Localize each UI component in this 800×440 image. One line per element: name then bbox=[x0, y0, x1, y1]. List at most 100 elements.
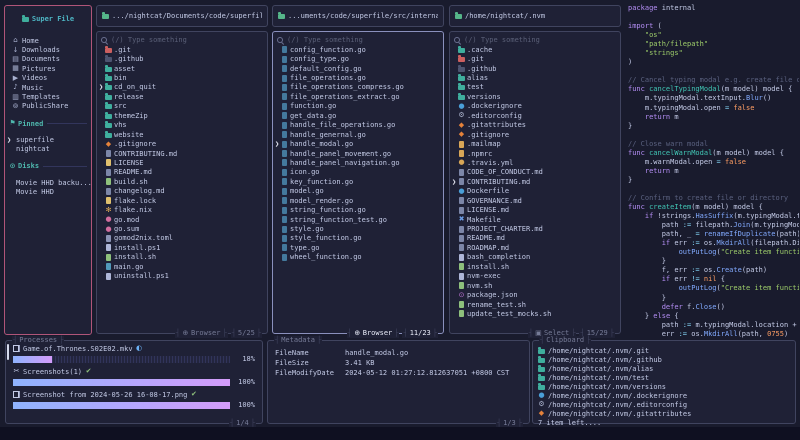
file-row[interactable]: LICENSE bbox=[97, 158, 267, 167]
search-input[interactable]: (/) Type something bbox=[450, 35, 620, 45]
file-row[interactable]: model.go bbox=[273, 187, 443, 196]
pinned-item-superfile[interactable]: ❯superfile bbox=[5, 135, 91, 144]
file-row[interactable]: update_test_mocks.sh bbox=[450, 309, 620, 318]
sidebar-item-documents[interactable]: ▤Documents bbox=[5, 55, 91, 64]
sidebar-item-videos[interactable]: ▶Videos bbox=[5, 74, 91, 83]
file-row[interactable]: ❯handle_modal.go bbox=[273, 139, 443, 148]
file-row[interactable]: file_operations.go bbox=[273, 73, 443, 82]
file-row[interactable]: LICENSE.md bbox=[450, 205, 620, 214]
file-row[interactable]: changelog.md bbox=[97, 187, 267, 196]
file-row[interactable]: README.md bbox=[450, 234, 620, 243]
file-name: changelog.md bbox=[114, 187, 165, 195]
file-row[interactable]: rename_test.sh bbox=[450, 300, 620, 309]
sidebar-item-templates[interactable]: ▥Templates bbox=[5, 92, 91, 101]
file-row[interactable]: ●.dockerignore bbox=[450, 102, 620, 111]
file-row[interactable]: CONTRIBUTING.md bbox=[97, 149, 267, 158]
file-row[interactable]: icon.go bbox=[273, 168, 443, 177]
sidebar-item-home[interactable]: ⌂Home bbox=[5, 36, 91, 45]
file-row[interactable]: string_function.go bbox=[273, 205, 443, 214]
folder-file-icon bbox=[105, 114, 112, 119]
disk-item-movie-hhd-backu-[interactable]: Movie HHD backu... bbox=[5, 178, 91, 187]
file-row[interactable]: uninstall.ps1 bbox=[97, 272, 267, 281]
sidebar-item-publicshare[interactable]: ⊚PublicShare bbox=[5, 102, 91, 111]
file-row[interactable]: model_render.go bbox=[273, 196, 443, 205]
file-row[interactable]: asset bbox=[97, 64, 267, 73]
file-row[interactable]: handle_panel_navigation.go bbox=[273, 158, 443, 167]
sidebar-item-downloads[interactable]: ↓Downloads bbox=[5, 45, 91, 54]
file-row[interactable]: nvm.sh bbox=[450, 281, 620, 290]
file-row[interactable]: ◆.gitignore bbox=[97, 139, 267, 148]
file-row[interactable]: type.go bbox=[273, 243, 443, 252]
file-row[interactable]: build.sh bbox=[97, 177, 267, 186]
pinned-item-nightcat[interactable]: nightcat bbox=[5, 145, 91, 154]
file-row[interactable]: config_function.go bbox=[273, 45, 443, 54]
file-row[interactable]: ●go.sum bbox=[97, 224, 267, 233]
file-row[interactable]: default_config.go bbox=[273, 64, 443, 73]
file-row[interactable]: wheel_function.go bbox=[273, 253, 443, 262]
file-row[interactable]: file_operations_compress.go bbox=[273, 83, 443, 92]
file-row[interactable]: style.go bbox=[273, 224, 443, 233]
file-row[interactable]: string_function_test.go bbox=[273, 215, 443, 224]
file-row[interactable]: get_data.go bbox=[273, 111, 443, 120]
file-row[interactable]: release bbox=[97, 92, 267, 101]
file-row[interactable]: install.sh bbox=[450, 262, 620, 271]
file-row[interactable]: config_type.go bbox=[273, 54, 443, 63]
file-row[interactable]: .git bbox=[450, 54, 620, 63]
file-row[interactable]: CODE_OF_CONDUCT.md bbox=[450, 168, 620, 177]
file-row[interactable]: .mailmap bbox=[450, 139, 620, 148]
sidebar-item-pictures[interactable]: ▦Pictures bbox=[5, 64, 91, 73]
file-row[interactable]: ✖Makefile bbox=[450, 215, 620, 224]
file-row[interactable]: ✻flake.nix bbox=[97, 205, 267, 214]
file-row[interactable]: handle_panel_movement.go bbox=[273, 149, 443, 158]
file-row[interactable]: .git bbox=[97, 45, 267, 54]
file-row[interactable]: ❯cd_on_quit bbox=[97, 83, 267, 92]
file-row[interactable]: main.go bbox=[97, 262, 267, 271]
sidebar-item-label: Documents bbox=[22, 55, 60, 63]
file-row[interactable]: .github bbox=[450, 64, 620, 73]
file-row[interactable]: .github bbox=[97, 54, 267, 63]
file-row[interactable]: GOVERNANCE.md bbox=[450, 196, 620, 205]
file-row[interactable]: versions bbox=[450, 92, 620, 101]
file-row[interactable]: install.ps1 bbox=[97, 243, 267, 252]
file-row[interactable]: ●go.mod bbox=[97, 215, 267, 224]
file-row[interactable]: flake.lock bbox=[97, 196, 267, 205]
file-row[interactable]: vhs bbox=[97, 121, 267, 130]
file-name: flake.lock bbox=[114, 197, 156, 205]
file-row[interactable]: themeZip bbox=[97, 111, 267, 120]
file-row[interactable]: handle_genernal.go bbox=[273, 130, 443, 139]
file-row[interactable]: style_function.go bbox=[273, 234, 443, 243]
file-row[interactable]: key_function.go bbox=[273, 177, 443, 186]
sidebar-item-music[interactable]: ♪Music bbox=[5, 83, 91, 92]
file-row[interactable]: alias bbox=[450, 73, 620, 82]
file-row[interactable]: nvm-exec bbox=[450, 272, 620, 281]
search-input[interactable]: (/) Type something bbox=[97, 35, 267, 45]
file-row[interactable]: handle_file_operations.go bbox=[273, 121, 443, 130]
file-row[interactable]: ◆.gitattributes bbox=[450, 121, 620, 130]
file-row[interactable]: file_operations_extract.go bbox=[273, 92, 443, 101]
file-row[interactable]: PROJECT_CHARTER.md bbox=[450, 224, 620, 233]
file-row[interactable]: .cache bbox=[450, 45, 620, 54]
processes-scrollbar[interactable] bbox=[7, 344, 9, 360]
file-row[interactable]: install.sh bbox=[97, 253, 267, 262]
file-row[interactable]: gomod2nix.toml bbox=[97, 234, 267, 243]
file-row[interactable]: .npmrc bbox=[450, 149, 620, 158]
code-line: func cancelTypingModal(m model) model { bbox=[628, 85, 799, 94]
file-row[interactable]: ❯CONTRIBUTING.md bbox=[450, 177, 620, 186]
file-row[interactable]: bin bbox=[97, 73, 267, 82]
disk-item-movie-hhd[interactable]: Movie HHD bbox=[5, 187, 91, 196]
file-row[interactable]: test bbox=[450, 83, 620, 92]
file-row[interactable]: ◆.gitignore bbox=[450, 130, 620, 139]
file-row[interactable]: function.go bbox=[273, 102, 443, 111]
code-line: if !strings.HasSuffix(m.typingModal.t bbox=[628, 212, 799, 221]
file-row[interactable]: ●Dockerfile bbox=[450, 187, 620, 196]
file-row[interactable]: bash_completion bbox=[450, 253, 620, 262]
file-row[interactable]: ●.travis.yml bbox=[450, 158, 620, 167]
file-row[interactable]: src bbox=[97, 102, 267, 111]
code-line: path := m.typingModal.location + bbox=[628, 321, 799, 330]
file-row[interactable]: README.md bbox=[97, 168, 267, 177]
search-input[interactable]: (/) Type something bbox=[273, 35, 443, 45]
file-row[interactable]: ROADMAP.md bbox=[450, 243, 620, 252]
file-row[interactable]: website bbox=[97, 130, 267, 139]
file-row[interactable]: ⊙package.json bbox=[450, 290, 620, 299]
file-row[interactable]: ⚙.editorconfig bbox=[450, 111, 620, 120]
